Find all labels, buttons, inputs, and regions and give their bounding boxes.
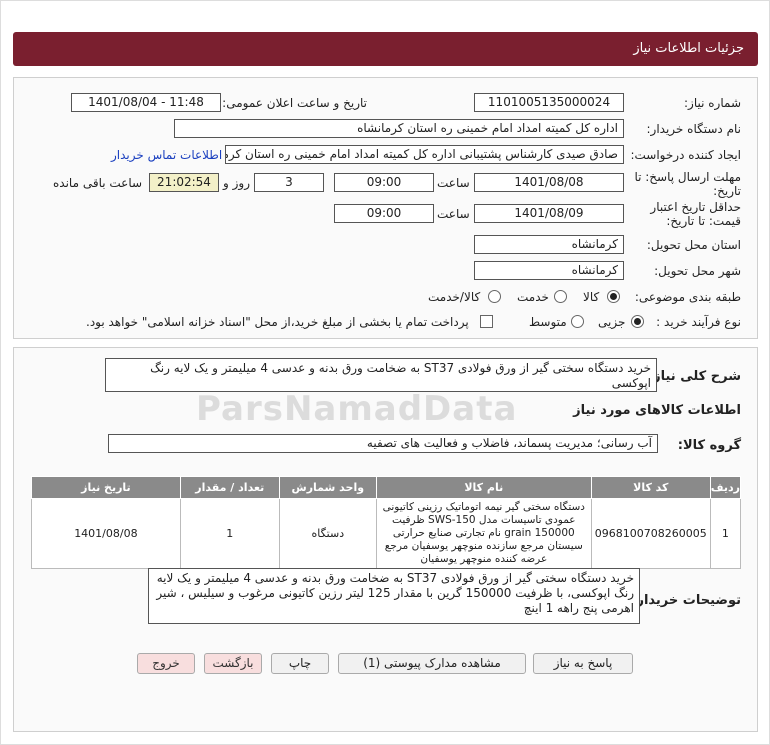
watermark-text: ParsNamadData [196,389,518,429]
validity-date-field: 1401/08/09 [474,204,624,223]
col-name-header: نام کالا [375,476,592,499]
remaining-label: ساعت باقی مانده [53,176,143,190]
summary-label: شرح کلی نیاز: [647,369,741,384]
process-medium-radio[interactable] [571,315,584,328]
validity-time-label: ساعت [437,207,470,221]
process-minor-label: جزیی [598,315,626,329]
row-name: دستگاه سختی گیر نیمه اتوماتیک رزینی کاتی… [375,498,592,569]
page-title: جزئیات اطلاعات نیاز [633,41,744,56]
category-goods-radio[interactable] [607,290,620,303]
table-header-row: ردیف کد کالا نام کالا واحد شمارش تعداد /… [31,476,742,499]
page-header: جزئیات اطلاعات نیاز [13,32,758,66]
category-label: طبقه بندی موضوعی: [634,290,741,304]
reply-button[interactable]: پاسخ به نیاز [533,653,633,674]
goods-table: ردیف کد کالا نام کالا واحد شمارش تعداد /… [31,476,742,569]
deadline-date-field: 1401/08/08 [474,173,624,192]
buyer-org-field: اداره کل کمیته امداد امام خمینی ره استان… [174,119,624,138]
process-minor-radio[interactable] [631,315,644,328]
category-service-label: خدمت [517,290,549,304]
back-button[interactable]: بازگشت [204,653,262,674]
deadline-label-2: تاریخ: [713,184,741,198]
announce-label: تاریخ و ساعت اعلان عمومی: [222,96,367,110]
deadline-label: مهلت ارسال پاسخ: تا [634,170,741,184]
goods-info-title: اطلاعات کالاهای مورد نیاز [573,403,741,418]
buyer-contact-link[interactable]: اطلاعات تماس خریدار [111,148,222,162]
row-qty: 1 [179,498,280,569]
delivery-city-field: کرمانشاه [474,261,624,280]
deadline-time-label: ساعت [437,176,470,190]
goods-group-label: گروه کالا: [677,438,741,453]
validity-time-field: 09:00 [334,204,434,223]
days-field: 3 [254,173,324,192]
requester-label: ایجاد کننده درخواست: [630,148,741,162]
announce-field: 1401/08/04 - 11:48 [71,93,221,112]
col-index-header: ردیف [709,476,742,499]
treasury-payment-checkbox[interactable] [480,315,493,328]
remaining-time-field: 21:02:54 [149,173,219,192]
requester-field: صادق صیدی کارشناس پشتیبانی اداره کل کمیت… [225,145,624,164]
table-row: 1 0968100708260005 دستگاه سختی گیر نیمه … [31,498,742,569]
col-qty-header: تعداد / مقدار [179,476,280,499]
treasury-payment-note: پرداخت تمام یا بخشی از مبلغ خرید،از محل … [86,315,469,329]
row-code: 0968100708260005 [590,498,711,569]
category-goods-service-label: کالا/خدمت [428,290,481,304]
exit-button[interactable]: خروج [137,653,195,674]
buyer-desc-field: خرید دستگاه سختی گیر از ورق فولادی ST37 … [148,568,640,624]
row-index: 1 [709,498,742,569]
page: جزئیات اطلاعات نیاز شماره نیاز: 11010051… [0,0,770,745]
row-unit: دستگاه [278,498,377,569]
attachments-button[interactable]: مشاهده مدارک پیوستی (1) [338,653,526,674]
days-label: روز و [223,176,250,190]
category-goods-service-radio[interactable] [488,290,501,303]
buyer-org-label: نام دستگاه خریدار: [646,122,742,136]
print-button[interactable]: چاپ [271,653,329,674]
deadline-time-field: 09:00 [334,173,434,192]
delivery-city-label: شهر محل تحویل: [654,264,741,278]
col-date-header: تاریخ نیاز [31,476,181,499]
buyer-desc-label: توضیحات خریدار: [631,593,741,608]
process-label: نوع فرآیند خرید : [656,315,741,329]
delivery-province-label: استان محل تحویل: [646,238,741,252]
process-medium-label: متوسط [529,315,567,329]
validity-label: حداقل تاریخ اعتبار [650,200,741,214]
category-goods-label: کالا [583,290,600,304]
goods-group-field: آب رسانی؛ مدیریت پسماند، فاضلاب و فعالیت… [108,434,658,453]
need-number-field: 1101005135000024 [474,93,624,112]
need-number-label: شماره نیاز: [684,96,741,110]
row-date: 1401/08/08 [31,498,181,569]
summary-field: خرید دستگاه سختی گیر از ورق فولادی ST37 … [105,358,657,392]
delivery-province-field: کرمانشاه [474,235,624,254]
validity-label-2: قیمت: تا تاریخ: [666,214,741,228]
col-code-header: کد کالا [590,476,711,499]
category-service-radio[interactable] [554,290,567,303]
col-unit-header: واحد شمارش [278,476,377,499]
